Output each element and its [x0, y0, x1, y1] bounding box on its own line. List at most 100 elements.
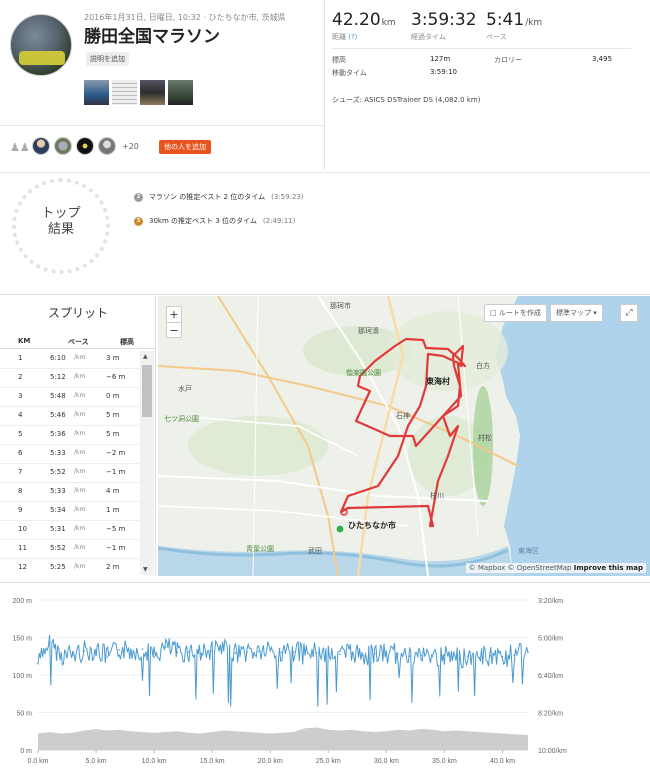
route-map[interactable]: + − □ ルートを作成 標準マップ ▾ ⤢ 那珂市 東海村 ひたちなか市 七ツ… [158, 296, 650, 576]
map-label: 水戸 [178, 385, 192, 393]
split-pace-unit: /km [74, 506, 86, 513]
distance-unit: km [381, 18, 396, 28]
divider [324, 0, 325, 170]
chart-canvas[interactable]: 0 m 50 m 100 m 150 m 200 m 10:00/km 8:20/km 6:4… [0, 590, 650, 776]
split-row[interactable]: 2 5:12/km −6 m [0, 369, 140, 388]
split-pace: 5:46 [50, 411, 66, 419]
x-tick-label: 30.0 km [374, 758, 399, 765]
activity-header: 2016年1月31日, 日曜日, 10:32 · ひたちなか市, 茨城県 勝田全… [0, 0, 650, 170]
athlete-avatar[interactable] [10, 14, 72, 76]
map-label: 那珂市 [330, 302, 351, 310]
split-pace: 5:52 [50, 468, 66, 476]
split-row[interactable]: 9 5:34/km 1 m [0, 502, 140, 521]
map-label: 東海村 [426, 377, 450, 386]
splits-scrollbar[interactable]: ▲ ▼ [140, 351, 154, 575]
add-description-button[interactable]: 説明を追加 [86, 52, 129, 66]
split-row[interactable]: 4 5:46/km 5 m [0, 407, 140, 426]
activity-title: 勝田全国マラソン [84, 27, 220, 47]
more-athletes-count[interactable]: +20 [122, 142, 139, 151]
split-row[interactable]: 8 5:33/km 4 m [0, 483, 140, 502]
distance-value: 42.20 [332, 10, 381, 30]
split-elevation: −5 m [106, 525, 126, 533]
pace-point [60, 654, 63, 657]
people-icon: ♟♟ [10, 141, 30, 154]
split-pace-unit: /km [74, 392, 86, 399]
split-elevation: 2 m [106, 563, 120, 571]
split-row[interactable]: 6 5:33/km −2 m [0, 445, 140, 464]
split-row[interactable]: 5 5:36/km 5 m [0, 426, 140, 445]
split-pace-unit: /km [74, 449, 86, 456]
expand-map-icon[interactable]: ⤢ [620, 304, 638, 322]
map-canvas[interactable] [158, 296, 650, 576]
elevation-pace-chart[interactable]: 0 m 50 m 100 m 150 m 200 m 10:00/km 8:20/km 6:4… [0, 590, 650, 776]
pace-point [141, 648, 144, 650]
distance-help-link[interactable]: (?) [348, 33, 357, 41]
pace-point [292, 650, 295, 653]
split-km: 5 [18, 430, 23, 438]
split-pace: 5:36 [50, 430, 66, 438]
map-type-dropdown[interactable]: 標準マップ ▾ [550, 304, 603, 322]
top-results-title: トップ 結果 [41, 206, 81, 237]
zoom-out-button[interactable]: − [167, 322, 181, 337]
activity-photo[interactable] [84, 80, 109, 105]
athlete-avatar[interactable] [32, 137, 50, 155]
bronze-medal-icon: 3 [134, 216, 143, 226]
zoom-in-button[interactable]: + [167, 307, 181, 322]
activity-photo[interactable] [168, 80, 193, 105]
x-tick-label: 15.0 km [200, 758, 225, 765]
create-route-button[interactable]: □ ルートを作成 [484, 304, 547, 322]
achievement-item[interactable]: 2 マラソン の推定ベスト 2 位のタイム (3:59:23) [134, 192, 304, 202]
split-row[interactable]: 12 5:25/km 2 m [0, 559, 140, 576]
scrollbar-thumb[interactable] [142, 365, 152, 417]
pace-point [304, 653, 306, 655]
athlete-avatar[interactable] [76, 137, 94, 155]
osm-attribution-link[interactable]: © OpenStreetMap [508, 564, 572, 572]
col-km: KM [18, 337, 31, 345]
split-pace-unit: /km [74, 430, 86, 437]
map-label: 武田 [308, 547, 322, 555]
split-km: 7 [18, 468, 23, 476]
pace-point [222, 649, 225, 652]
pace-point [199, 652, 202, 655]
split-row[interactable]: 10 5:31/km −5 m [0, 521, 140, 540]
pace-point [420, 654, 422, 657]
y-tick-label: 150 m [13, 636, 33, 643]
achievements-panel: トップ 結果 2 マラソン の推定ベスト 2 位のタイム (3:59:23) 3… [0, 172, 650, 274]
activity-photo[interactable] [140, 80, 165, 105]
split-row[interactable]: 11 5:52/km −1 m [0, 540, 140, 559]
split-km: 9 [18, 506, 23, 514]
scroll-down-icon[interactable]: ▼ [143, 566, 148, 573]
activity-photo[interactable] [112, 80, 137, 105]
split-elevation: −6 m [106, 373, 126, 381]
split-pace: 5:25 [50, 563, 66, 571]
elapsed-value: 3:59:32 [411, 10, 477, 30]
add-others-button[interactable]: 他の人を追加 [159, 140, 211, 154]
improve-map-link[interactable]: Improve this map [574, 564, 643, 572]
pace-point [211, 650, 213, 652]
athlete-avatar[interactable] [98, 137, 116, 155]
moving-time-label: 移動タイム [332, 69, 367, 77]
map-label: 白方 [476, 362, 490, 370]
achievement-item[interactable]: 3 30km の推定ベスト 3 位のタイム (2:49:11) [134, 216, 295, 226]
athlete-avatar[interactable] [54, 137, 72, 155]
split-pace: 5:31 [50, 525, 66, 533]
split-pace-unit: /km [74, 563, 86, 570]
scroll-up-icon[interactable]: ▲ [143, 353, 148, 360]
shoes-info[interactable]: シューズ: ASICS DSTrainer DS (4,082.0 km) [332, 95, 480, 105]
split-row[interactable]: 1 6:10/km 3 m [0, 350, 140, 369]
mapbox-attribution-link[interactable]: © Mapbox [469, 564, 506, 572]
create-route-label: ルートを作成 [498, 309, 541, 317]
y-tick-label: 100 m [13, 673, 33, 680]
split-elevation: 4 m [106, 487, 120, 495]
pace-point [72, 653, 74, 656]
achievement-text: 30km の推定ベスト 3 位のタイム [149, 217, 257, 225]
pace-point [37, 662, 39, 665]
map-label: 石神 [396, 412, 410, 420]
split-pace-unit: /km [74, 411, 86, 418]
achievement-time: (3:59:23) [271, 193, 304, 201]
elevation-label: 標高 [332, 56, 346, 64]
map-label: 七ツ洞公園 [164, 415, 199, 423]
col-pace: ペース [68, 338, 89, 346]
split-row[interactable]: 3 5:48/km 0 m [0, 388, 140, 407]
split-row[interactable]: 7 5:52/km −1 m [0, 464, 140, 483]
